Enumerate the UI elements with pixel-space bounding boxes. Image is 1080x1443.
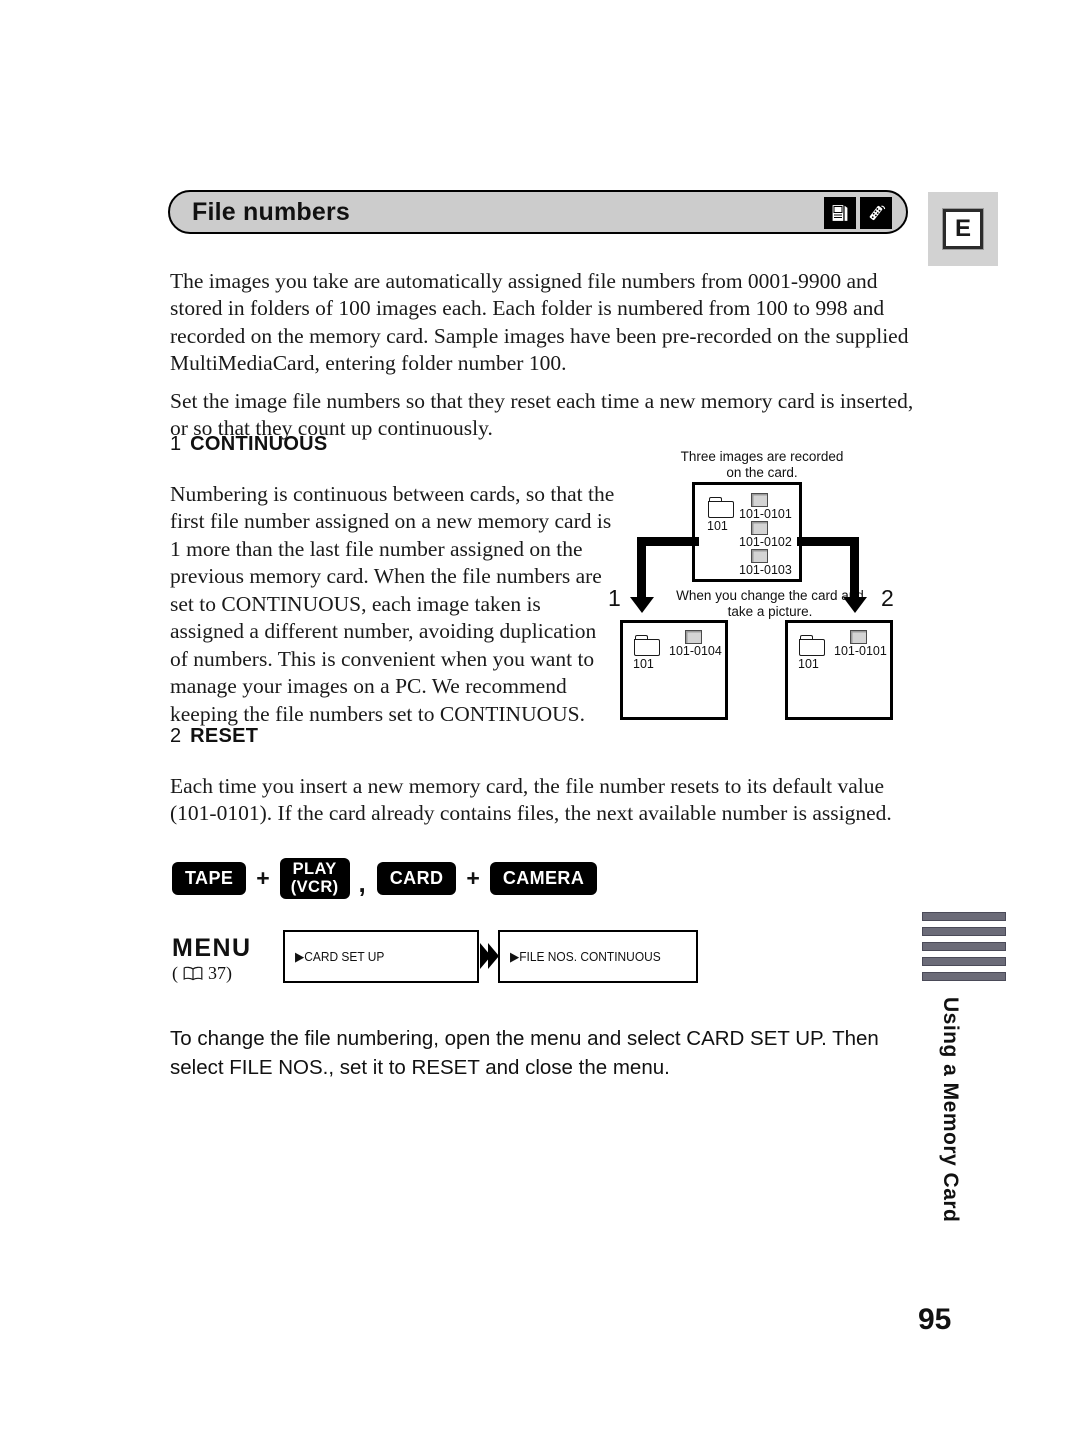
branch-label-1: 1 (608, 585, 621, 611)
page-number: 95 (918, 1303, 952, 1336)
reset-paragraph: Each time you insert a new memory card, … (170, 773, 892, 826)
folder-icon (634, 635, 660, 656)
section-title-bar: File numbers (168, 190, 908, 234)
file-label-top-3: 101-0103 (739, 563, 792, 577)
option-heading-reset: 2 RESET (170, 725, 258, 748)
file-label-top-2: 101-0102 (739, 535, 792, 549)
folder-icon (708, 497, 734, 518)
file-numbering-diagram: Three images are recorded on the card. W… (600, 445, 910, 730)
menu-step-file-nos[interactable]: ▶FILE NOS. CONTINUOUS (498, 930, 698, 983)
option-label-continuous: CONTINUOUS (190, 433, 328, 455)
option-index-2: 2 (170, 725, 182, 747)
chapter-side-tab: Using a Memory Card (922, 912, 1006, 1222)
menu-arrow-marker: ▶ (510, 948, 520, 964)
tab-bar (922, 942, 1006, 951)
menu-label: MENU (172, 934, 252, 962)
file-icon (751, 521, 768, 535)
file-label-top-1: 101-0101 (739, 507, 792, 521)
remote-control-icon (860, 197, 892, 229)
file-label-right: 101-0101 (834, 644, 887, 658)
diagram-card-top: 101 101-0101 101-0102 101-0103 (692, 482, 802, 582)
menu-arrow-marker: ▶ (295, 948, 305, 964)
folder-icon (799, 635, 825, 656)
menu-ref-page: 37) (208, 963, 232, 983)
page-title: File numbers (192, 197, 350, 226)
file-icon (751, 493, 768, 507)
chapter-tab-label: Using a Memory Card (939, 997, 962, 1223)
comma-separator: , (358, 868, 366, 898)
tab-bar (922, 912, 1006, 921)
diagram-card-left: 101 101-0104 (620, 620, 728, 720)
menu-page-reference: ( 37) (172, 963, 232, 984)
book-icon (183, 966, 203, 981)
menu-step-2-label: FILE NOS. CONTINUOUS (519, 948, 661, 964)
intro-paragraph: The images you take are automatically as… (170, 268, 909, 376)
branch-label-2: 2 (881, 585, 894, 611)
plus-sign: + (256, 865, 270, 891)
file-icon (850, 630, 867, 644)
chevron-right-icon (478, 941, 500, 971)
continuous-paragraph: Numbering is continuous between cards, s… (170, 481, 615, 726)
diagram-caption-top: Three images are recorded on the card. (680, 449, 844, 480)
tab-bar (922, 972, 1006, 981)
menu-step-1-label: CARD SET UP (304, 948, 385, 964)
option-label-reset: RESET (190, 725, 259, 747)
menu-step-1-text: ▶CARD SET UP (295, 949, 384, 965)
file-icon (685, 630, 702, 644)
badge-play-line1: PLAY (292, 860, 337, 879)
folder-label-left: 101 (633, 657, 654, 671)
memory-card-icon (824, 197, 856, 229)
menu-step-card-set-up[interactable]: ▶CARD SET UP (283, 930, 479, 983)
tab-bar (922, 957, 1006, 966)
file-label-left: 101-0104 (669, 644, 722, 658)
folder-label-right: 101 (798, 657, 819, 671)
option-heading-continuous: 1 CONTINUOUS (170, 433, 328, 456)
language-tab-label: E (942, 208, 984, 250)
diagram-caption-middle: When you change the card and take a pict… (676, 588, 864, 619)
option-index-1: 1 (170, 433, 182, 455)
diagram-card-right: 101 101-0101 (785, 620, 893, 720)
folder-label-top: 101 (707, 519, 728, 533)
bottom-instruction: To change the file numbering, open the m… (170, 1026, 879, 1079)
badge-card: CARD (376, 862, 457, 895)
menu-ref-open: ( (172, 963, 178, 983)
manual-page: File numbers E The images you take are a… (0, 0, 1080, 1443)
file-icon (751, 549, 768, 563)
tab-bar (922, 927, 1006, 936)
header-icon-group (824, 197, 892, 229)
badge-tape: TAPE (172, 862, 247, 895)
language-tab: E (928, 192, 998, 266)
menu-step-2-text: ▶FILE NOS. CONTINUOUS (510, 949, 661, 965)
mode-badge-row: TAPE + PLAY (VCR) , CARD + CAMERA (172, 858, 598, 899)
badge-play-line2: (VCR) (290, 877, 339, 896)
badge-play-vcr: PLAY (VCR) (279, 858, 350, 899)
badge-camera: CAMERA (489, 862, 598, 895)
plus-sign: + (466, 865, 480, 891)
